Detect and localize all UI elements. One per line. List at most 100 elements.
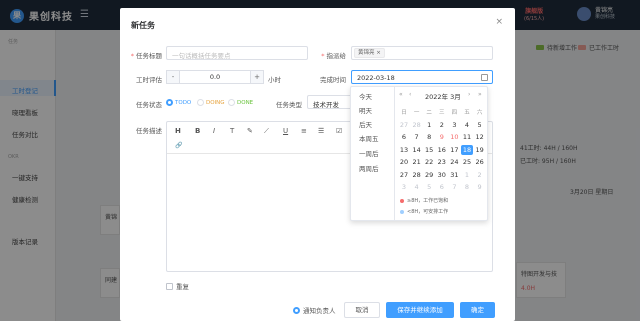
- calendar-header: « ‹ 2022年 3月 › »: [395, 90, 489, 102]
- link-icon[interactable]: 🔗: [175, 142, 182, 149]
- due-date-input[interactable]: 2022-03-18: [351, 70, 493, 84]
- calendar-day[interactable]: 8: [423, 132, 435, 142]
- calendar-day[interactable]: 28: [411, 170, 423, 180]
- calendar-day[interactable]: 28: [411, 120, 423, 130]
- heading-icon[interactable]: H: [175, 127, 181, 135]
- calendar-day[interactable]: 26: [474, 157, 486, 167]
- calendar-day[interactable]: 2: [436, 120, 448, 130]
- ordered-list-icon[interactable]: ≡: [301, 127, 307, 135]
- underline-icon[interactable]: U: [283, 127, 288, 135]
- type-label: 任务类型: [276, 101, 302, 109]
- shortcut-tomorrow[interactable]: 明天: [359, 105, 372, 115]
- calendar-day[interactable]: 29: [423, 170, 435, 180]
- calendar-day[interactable]: 4: [461, 120, 473, 130]
- calendar-day[interactable]: 19: [474, 145, 486, 155]
- calendar-day[interactable]: 9: [436, 132, 448, 142]
- shortcut-today[interactable]: 今天: [359, 91, 372, 101]
- bold-icon[interactable]: B: [195, 127, 200, 135]
- calendar-day[interactable]: 30: [436, 170, 448, 180]
- calendar-day[interactable]: 20: [398, 157, 410, 167]
- italic-icon[interactable]: I: [213, 127, 215, 135]
- calendar-day[interactable]: 12: [474, 132, 486, 142]
- calendar-icon: [481, 74, 488, 81]
- calendar-day[interactable]: 9: [474, 182, 486, 192]
- calendar-day[interactable]: 7: [411, 132, 423, 142]
- task-title-input[interactable]: 一句话概括任务要点: [166, 46, 308, 60]
- app-root: 果 果创科技 ☰ 旗舰版 (6/15人) 黄锦亮 果创科技 任务 工时登记 晓理…: [0, 0, 640, 321]
- shortcut-one-week[interactable]: 一周后: [359, 148, 379, 158]
- calendar-day[interactable]: 3: [398, 182, 410, 192]
- calendar-day[interactable]: 15: [423, 145, 435, 155]
- calendar-day[interactable]: 13: [398, 145, 410, 155]
- next-year-icon[interactable]: »: [478, 91, 482, 98]
- calendar-day[interactable]: 4: [411, 182, 423, 192]
- repeat-checkbox[interactable]: 重复: [166, 281, 189, 291]
- calendar-day[interactable]: 7: [448, 182, 460, 192]
- shortcut-day-after[interactable]: 后天: [359, 119, 372, 129]
- highlight-icon[interactable]: ✎: [247, 127, 253, 135]
- status-radio-done[interactable]: DONE: [228, 99, 253, 106]
- calendar-day[interactable]: 17: [448, 145, 460, 155]
- due-date-label: 完成时间: [320, 76, 346, 84]
- date-picker-popup: 今天 明天 后天 本周五 一周后 两周后 « ‹ 2022年 3月 › » 日一…: [350, 86, 488, 221]
- calendar-day[interactable]: 2: [474, 170, 486, 180]
- calendar-day[interactable]: 14: [411, 145, 423, 155]
- calendar-day[interactable]: 1: [423, 120, 435, 130]
- weekday-label: 五: [464, 110, 470, 116]
- prev-year-icon[interactable]: «: [399, 91, 403, 98]
- legend-available: <8H，可安排工作: [400, 208, 448, 215]
- calendar-day[interactable]: 11: [461, 132, 473, 142]
- task-title-label: * 任务标题: [130, 52, 162, 60]
- bullet-list-icon[interactable]: ☰: [318, 127, 324, 135]
- assignee-tag[interactable]: 黄锦亮 ×: [354, 48, 385, 58]
- hours-label: 工时评估: [136, 76, 162, 84]
- weekday-label: 六: [476, 110, 483, 116]
- shortcut-two-weeks[interactable]: 两周后: [359, 163, 379, 173]
- tag-close-icon[interactable]: ×: [376, 50, 381, 56]
- calendar-day[interactable]: 10: [448, 132, 460, 142]
- date-shortcuts: 今天 明天 后天 本周五 一周后 两周后: [351, 87, 395, 220]
- calendar-day[interactable]: 6: [436, 182, 448, 192]
- legend-saturated: ≥8H，工作已饱和: [400, 197, 448, 204]
- calendar-day[interactable]: 16: [436, 145, 448, 155]
- confirm-button[interactable]: 确定: [460, 302, 495, 318]
- text-size-icon[interactable]: T: [230, 127, 234, 135]
- prev-month-icon[interactable]: ‹: [409, 91, 411, 98]
- calendar-day[interactable]: 27: [398, 120, 410, 130]
- calendar-day[interactable]: 27: [398, 170, 410, 180]
- weekday-label: 四: [451, 110, 458, 116]
- next-month-icon[interactable]: ›: [468, 91, 470, 98]
- status-radio-doing[interactable]: DOING: [197, 99, 225, 106]
- weekday-label: 一: [413, 110, 420, 116]
- hours-value[interactable]: 0.0: [180, 70, 250, 84]
- status-radio-todo[interactable]: TODO: [166, 99, 191, 106]
- calendar-day[interactable]: 5: [423, 182, 435, 192]
- checklist-icon[interactable]: ☑: [336, 127, 342, 135]
- save-and-continue-button[interactable]: 保存并继续添加: [386, 302, 454, 318]
- status-label: 任务状态: [136, 101, 162, 109]
- hours-unit: 小时: [268, 76, 281, 84]
- calendar-day[interactable]: 5: [474, 120, 486, 130]
- calendar-day[interactable]: 23: [436, 157, 448, 167]
- brush-icon[interactable]: ⟋: [264, 127, 269, 136]
- calendar-title: 2022年 3月: [425, 93, 461, 101]
- calendar-day[interactable]: 6: [398, 132, 410, 142]
- hours-decrement-button[interactable]: -: [166, 70, 180, 84]
- calendar-day[interactable]: 25: [461, 157, 473, 167]
- shortcut-friday[interactable]: 本周五: [359, 133, 379, 143]
- calendar-day[interactable]: 18: [461, 144, 473, 155]
- calendar-day[interactable]: 8: [461, 182, 473, 192]
- weekday-label: 三: [439, 110, 445, 116]
- calendar-day[interactable]: 3: [448, 120, 460, 130]
- calendar-day[interactable]: 21: [411, 157, 423, 167]
- calendar-day[interactable]: 22: [423, 157, 435, 167]
- calendar-day[interactable]: 1: [461, 170, 473, 180]
- hours-increment-button[interactable]: +: [250, 70, 264, 84]
- cancel-button[interactable]: 取消: [344, 302, 380, 318]
- close-icon[interactable]: ×: [495, 17, 503, 27]
- notify-owner-radio[interactable]: 通知负责人: [293, 305, 336, 315]
- weekday-label: 日: [401, 110, 407, 116]
- type-select[interactable]: 技术开发: [307, 95, 354, 109]
- calendar-day[interactable]: 24: [448, 157, 460, 167]
- calendar-day[interactable]: 31: [448, 170, 460, 180]
